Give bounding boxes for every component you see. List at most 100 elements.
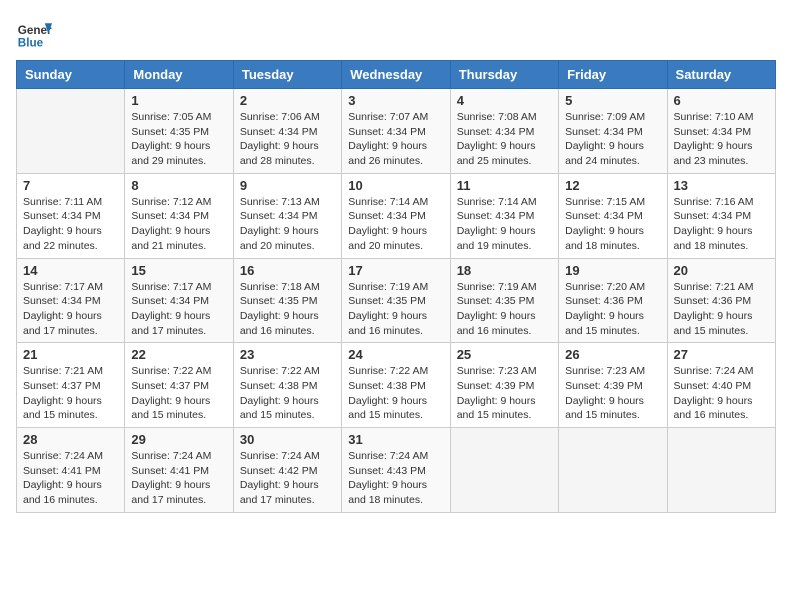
- calendar-week-row: 7 Sunrise: 7:11 AMSunset: 4:34 PMDaylight…: [17, 173, 776, 258]
- calendar-cell: 29 Sunrise: 7:24 AMSunset: 4:41 PMDayligh…: [125, 428, 233, 513]
- calendar-cell: [450, 428, 558, 513]
- calendar-cell: 13Sunrise: 7:16 AMSunset: 4:34 PMDayligh…: [667, 173, 775, 258]
- svg-text:Blue: Blue: [18, 37, 44, 50]
- calendar-cell: 27Sunrise: 7:24 AMSunset: 4:40 PMDayligh…: [667, 343, 775, 428]
- day-number: 16: [240, 263, 335, 278]
- calendar-cell: 5 Sunrise: 7:09 AMSunset: 4:34 PMDaylight…: [559, 89, 667, 174]
- calendar-cell: 26Sunrise: 7:23 AMSunset: 4:39 PMDayligh…: [559, 343, 667, 428]
- weekday-header: Tuesday: [233, 61, 341, 89]
- calendar-week-row: 21 Sunrise: 7:21 AMSunset: 4:37 PMDayligh…: [17, 343, 776, 428]
- calendar-cell: 19 Sunrise: 7:20 AMSunset: 4:36 PMDayligh…: [559, 258, 667, 343]
- day-number: 17: [348, 263, 443, 278]
- calendar-cell: 2 Sunrise: 7:06 AMSunset: 4:34 PMDaylight…: [233, 89, 341, 174]
- logo: General Blue: [16, 16, 52, 52]
- cell-info: Sunrise: 7:22 AMSunset: 4:38 PMDaylight:…: [348, 364, 443, 423]
- page-header: General Blue: [16, 16, 776, 52]
- cell-info: Sunrise: 7:05 AMSunset: 4:35 PMDaylight:…: [131, 110, 226, 169]
- calendar-cell: 14 Sunrise: 7:17 AMSunset: 4:34 PMDayligh…: [17, 258, 125, 343]
- day-number: 19: [565, 263, 660, 278]
- cell-info: Sunrise: 7:14 AMSunset: 4:34 PMDaylight:…: [457, 195, 552, 254]
- cell-info: Sunrise: 7:08 AMSunset: 4:34 PMDaylight:…: [457, 110, 552, 169]
- day-number: 21: [23, 347, 118, 362]
- calendar-table: SundayMondayTuesdayWednesdayThursdayFrid…: [16, 60, 776, 513]
- calendar-cell: 31Sunrise: 7:24 AMSunset: 4:43 PMDayligh…: [342, 428, 450, 513]
- calendar-cell: 12 Sunrise: 7:15 AMSunset: 4:34 PMDayligh…: [559, 173, 667, 258]
- calendar-cell: [667, 428, 775, 513]
- cell-info: Sunrise: 7:24 AMSunset: 4:42 PMDaylight:…: [240, 449, 335, 508]
- cell-info: Sunrise: 7:24 AMSunset: 4:43 PMDaylight:…: [348, 449, 443, 508]
- calendar-cell: 22Sunrise: 7:22 AMSunset: 4:37 PMDayligh…: [125, 343, 233, 428]
- calendar-cell: 4 Sunrise: 7:08 AMSunset: 4:34 PMDaylight…: [450, 89, 558, 174]
- day-number: 2: [240, 93, 335, 108]
- calendar-cell: 15 Sunrise: 7:17 AMSunset: 4:34 PMDayligh…: [125, 258, 233, 343]
- calendar-cell: 16 Sunrise: 7:18 AMSunset: 4:35 PMDayligh…: [233, 258, 341, 343]
- day-number: 26: [565, 347, 660, 362]
- weekday-header: Sunday: [17, 61, 125, 89]
- calendar-cell: 1 Sunrise: 7:05 AMSunset: 4:35 PMDaylight…: [125, 89, 233, 174]
- day-number: 3: [348, 93, 443, 108]
- cell-info: Sunrise: 7:24 AMSunset: 4:41 PMDaylight:…: [23, 449, 118, 508]
- calendar-cell: 17 Sunrise: 7:19 AMSunset: 4:35 PMDayligh…: [342, 258, 450, 343]
- day-number: 4: [457, 93, 552, 108]
- day-number: 22: [131, 347, 226, 362]
- calendar-week-row: 1 Sunrise: 7:05 AMSunset: 4:35 PMDaylight…: [17, 89, 776, 174]
- cell-info: Sunrise: 7:17 AMSunset: 4:34 PMDaylight:…: [23, 280, 118, 339]
- day-number: 11: [457, 178, 552, 193]
- calendar-cell: 30 Sunrise: 7:24 AMSunset: 4:42 PMDayligh…: [233, 428, 341, 513]
- day-number: 1: [131, 93, 226, 108]
- cell-info: Sunrise: 7:24 AMSunset: 4:40 PMDaylight:…: [674, 364, 769, 423]
- calendar-cell: [559, 428, 667, 513]
- day-number: 5: [565, 93, 660, 108]
- calendar-body: 1 Sunrise: 7:05 AMSunset: 4:35 PMDaylight…: [17, 89, 776, 513]
- weekday-header: Wednesday: [342, 61, 450, 89]
- cell-info: Sunrise: 7:09 AMSunset: 4:34 PMDaylight:…: [565, 110, 660, 169]
- weekday-header: Monday: [125, 61, 233, 89]
- day-number: 30: [240, 432, 335, 447]
- day-number: 25: [457, 347, 552, 362]
- day-number: 23: [240, 347, 335, 362]
- cell-info: Sunrise: 7:11 AMSunset: 4:34 PMDaylight:…: [23, 195, 118, 254]
- weekday-header: Saturday: [667, 61, 775, 89]
- cell-info: Sunrise: 7:19 AMSunset: 4:35 PMDaylight:…: [457, 280, 552, 339]
- day-number: 18: [457, 263, 552, 278]
- day-number: 7: [23, 178, 118, 193]
- cell-info: Sunrise: 7:17 AMSunset: 4:34 PMDaylight:…: [131, 280, 226, 339]
- cell-info: Sunrise: 7:06 AMSunset: 4:34 PMDaylight:…: [240, 110, 335, 169]
- calendar-cell: 18 Sunrise: 7:19 AMSunset: 4:35 PMDayligh…: [450, 258, 558, 343]
- calendar-cell: 8 Sunrise: 7:12 AMSunset: 4:34 PMDaylight…: [125, 173, 233, 258]
- cell-info: Sunrise: 7:23 AMSunset: 4:39 PMDaylight:…: [457, 364, 552, 423]
- cell-info: Sunrise: 7:15 AMSunset: 4:34 PMDaylight:…: [565, 195, 660, 254]
- calendar-cell: 10 Sunrise: 7:14 AMSunset: 4:34 PMDayligh…: [342, 173, 450, 258]
- cell-info: Sunrise: 7:21 AMSunset: 4:36 PMDaylight:…: [674, 280, 769, 339]
- day-number: 10: [348, 178, 443, 193]
- calendar-header-row: SundayMondayTuesdayWednesdayThursdayFrid…: [17, 61, 776, 89]
- cell-info: Sunrise: 7:20 AMSunset: 4:36 PMDaylight:…: [565, 280, 660, 339]
- calendar-cell: 6 Sunrise: 7:10 AMSunset: 4:34 PMDaylight…: [667, 89, 775, 174]
- day-number: 15: [131, 263, 226, 278]
- cell-info: Sunrise: 7:14 AMSunset: 4:34 PMDaylight:…: [348, 195, 443, 254]
- calendar-cell: 24Sunrise: 7:22 AMSunset: 4:38 PMDayligh…: [342, 343, 450, 428]
- cell-info: Sunrise: 7:12 AMSunset: 4:34 PMDaylight:…: [131, 195, 226, 254]
- cell-info: Sunrise: 7:24 AMSunset: 4:41 PMDaylight:…: [131, 449, 226, 508]
- calendar-cell: 9 Sunrise: 7:13 AMSunset: 4:34 PMDaylight…: [233, 173, 341, 258]
- day-number: 8: [131, 178, 226, 193]
- cell-info: Sunrise: 7:18 AMSunset: 4:35 PMDaylight:…: [240, 280, 335, 339]
- day-number: 14: [23, 263, 118, 278]
- cell-info: Sunrise: 7:19 AMSunset: 4:35 PMDaylight:…: [348, 280, 443, 339]
- day-number: 12: [565, 178, 660, 193]
- cell-info: Sunrise: 7:21 AMSunset: 4:37 PMDaylight:…: [23, 364, 118, 423]
- calendar-cell: 3 Sunrise: 7:07 AMSunset: 4:34 PMDaylight…: [342, 89, 450, 174]
- cell-info: Sunrise: 7:10 AMSunset: 4:34 PMDaylight:…: [674, 110, 769, 169]
- cell-info: Sunrise: 7:16 AMSunset: 4:34 PMDaylight:…: [674, 195, 769, 254]
- day-number: 9: [240, 178, 335, 193]
- day-number: 29: [131, 432, 226, 447]
- calendar-cell: 11 Sunrise: 7:14 AMSunset: 4:34 PMDayligh…: [450, 173, 558, 258]
- calendar-cell: 7 Sunrise: 7:11 AMSunset: 4:34 PMDaylight…: [17, 173, 125, 258]
- calendar-cell: 20Sunrise: 7:21 AMSunset: 4:36 PMDayligh…: [667, 258, 775, 343]
- day-number: 6: [674, 93, 769, 108]
- calendar-cell: 25 Sunrise: 7:23 AMSunset: 4:39 PMDayligh…: [450, 343, 558, 428]
- cell-info: Sunrise: 7:13 AMSunset: 4:34 PMDaylight:…: [240, 195, 335, 254]
- cell-info: Sunrise: 7:22 AMSunset: 4:38 PMDaylight:…: [240, 364, 335, 423]
- day-number: 28: [23, 432, 118, 447]
- cell-info: Sunrise: 7:07 AMSunset: 4:34 PMDaylight:…: [348, 110, 443, 169]
